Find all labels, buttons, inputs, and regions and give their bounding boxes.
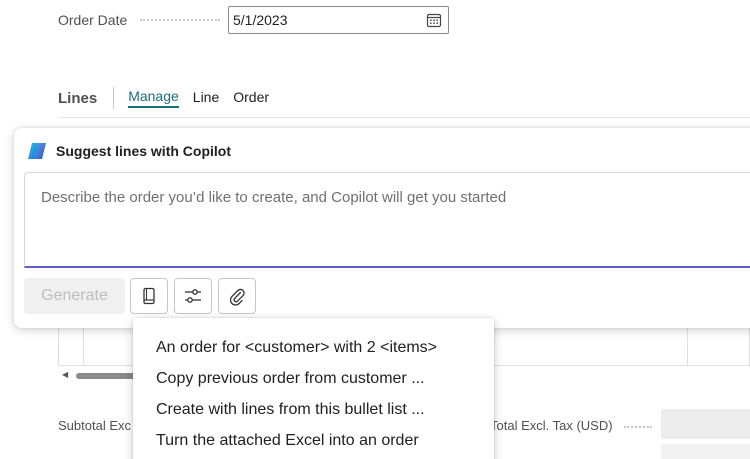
order-date-label: Order Date — [58, 12, 128, 28]
prompt-placeholder: Describe the order you’d like to create,… — [41, 189, 507, 206]
settings-button[interactable] — [174, 278, 212, 314]
lines-divider-rule — [58, 117, 750, 118]
order-date-row: Order Date 5/1/2023 — [58, 6, 449, 34]
attach-icon — [229, 288, 245, 306]
menu-item[interactable]: Create with lines from this bullet list … — [133, 394, 494, 425]
menu-item[interactable]: Copy previous order from customer ... — [133, 363, 494, 394]
field-leader-dots — [140, 19, 220, 21]
order-date-input[interactable]: 5/1/2023 — [228, 6, 449, 34]
copilot-header: Suggest lines with Copilot — [26, 140, 231, 162]
lines-divider — [113, 87, 115, 109]
tab-order[interactable]: Order — [233, 89, 269, 107]
generate-button[interactable]: Generate — [24, 278, 125, 314]
tab-manage[interactable]: Manage — [128, 88, 179, 108]
field-leader-dots — [624, 426, 652, 428]
copilot-suggest-panel: Suggest lines with Copilot Describe the … — [14, 128, 750, 328]
calendar-icon[interactable] — [426, 12, 442, 28]
subtotal-label: Subtotal Exc — [58, 418, 131, 433]
prompt-guide-button[interactable] — [130, 278, 168, 314]
lines-title[interactable]: Lines — [58, 90, 97, 107]
copilot-toolbar: Generate — [24, 278, 262, 314]
attach-button[interactable] — [218, 278, 256, 314]
scroll-left-icon[interactable]: ◀ — [62, 370, 68, 379]
prompt-guide-icon — [143, 287, 155, 305]
copilot-logo-icon — [26, 140, 48, 162]
prompt-suggestions-menu: An order for <customer> with 2 <items> C… — [133, 318, 494, 459]
lines-header: Lines Manage Line Order — [58, 86, 283, 110]
total-excl-tax-label: Total Excl. Tax (USD) — [490, 418, 613, 433]
menu-item[interactable]: Turn the attached Excel into an order — [133, 425, 494, 456]
total-excl-tax-value — [661, 409, 750, 439]
settings-sliders-icon — [185, 289, 201, 303]
tab-line[interactable]: Line — [193, 89, 219, 107]
menu-item[interactable]: An order for <customer> with 2 <items> — [133, 332, 494, 363]
copilot-prompt-input[interactable]: Describe the order you’d like to create,… — [24, 172, 750, 268]
total-value-field — [661, 444, 750, 459]
copilot-title: Suggest lines with Copilot — [56, 143, 231, 159]
order-date-value: 5/1/2023 — [233, 12, 288, 28]
